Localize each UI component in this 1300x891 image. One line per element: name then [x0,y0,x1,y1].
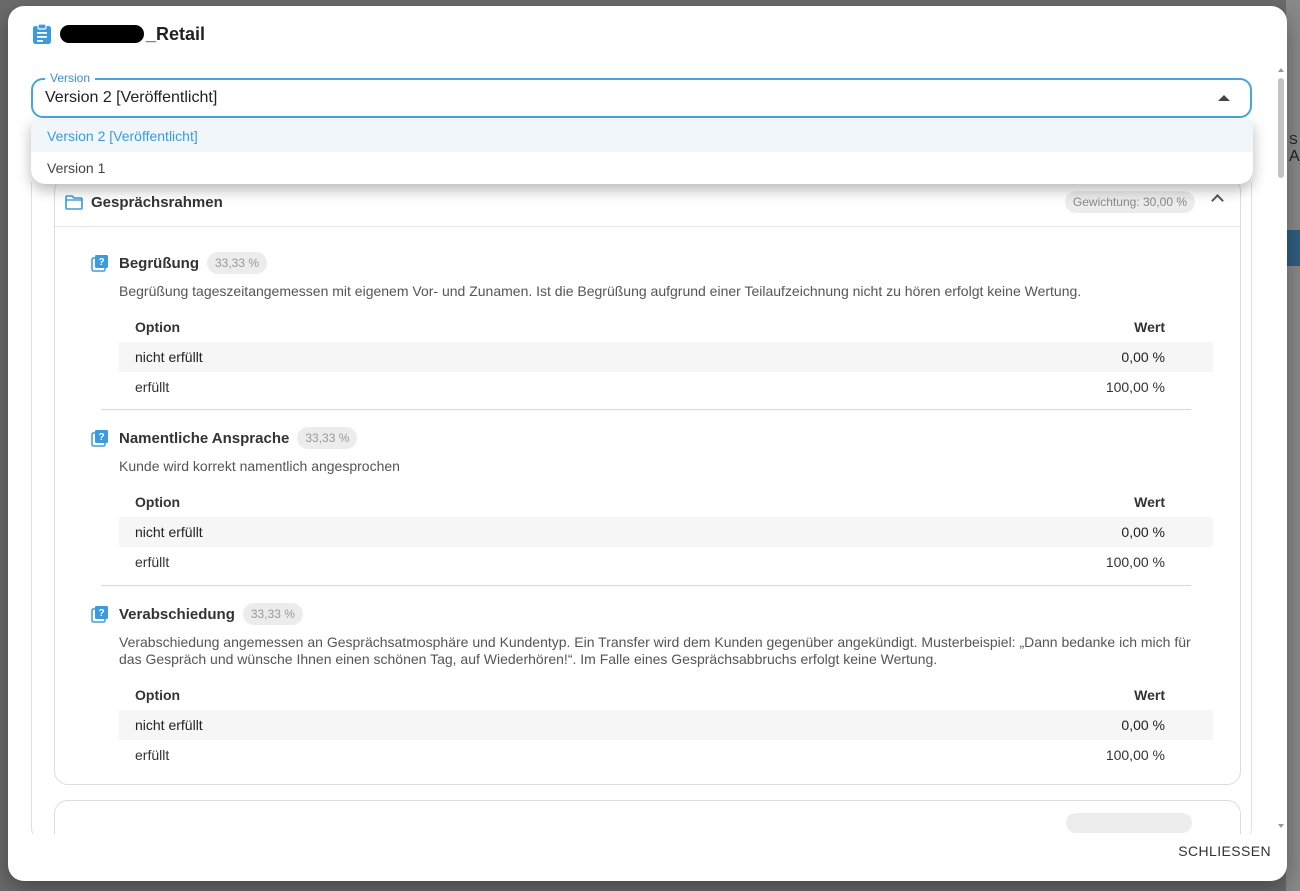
option-cell: nicht erfüllt [135,717,203,733]
table-row: nicht erfüllt 0,00 % [119,517,1213,547]
dialog-title-text: _Retail [146,23,206,44]
weight-chip: Gewichtung: 30,00 % [1064,191,1195,213]
version-select-label: Version [45,71,96,85]
question-title: Namentliche Ansprache [119,429,290,447]
section-card: Gesprächsrahmen Gewichtung: 30,00 % ? Be… [54,182,1241,785]
version-dropdown-menu: Version 2 [Veröffentlicht] Version 1 [31,120,1253,184]
version-dialog: _Retail Version Version 2 [Veröffentlich… [8,6,1287,881]
column-header-option: Option [135,319,181,335]
question-weight-chip: 33,33 % [207,252,268,274]
background-text: A [1289,148,1300,165]
value-cell: 100,00 % [1105,554,1165,570]
question-description: Begrüßung tageszeitangemessen mit eigene… [119,283,1082,299]
weight-chip [1066,813,1192,833]
question-item: ? Begrüßung 33,33 % Begrüßung tageszeita… [91,251,1213,402]
option-cell: nicht erfüllt [135,349,203,365]
question-title: Verabschiedung [119,605,235,623]
version-option[interactable]: Version 1 [31,152,1253,184]
caret-up-icon[interactable] [1218,95,1230,101]
question-icon: ? [91,430,108,447]
close-button[interactable]: SCHLIESSEN [1178,839,1271,863]
options-table: Option Wert nicht erfüllt 0,00 % erfüllt… [119,680,1213,770]
clipboard-icon [33,23,51,44]
column-header-option: Option [135,494,181,510]
version-option[interactable]: Version 2 [Veröffentlicht] [31,120,1253,152]
background-text: S [1289,132,1298,147]
column-header-value: Wert [1134,494,1165,510]
options-table: Option Wert nicht erfüllt 0,00 % erfüllt… [119,487,1213,577]
option-cell: nicht erfüllt [135,524,203,540]
option-cell: erfüllt [135,379,170,395]
value-cell: 0,00 % [1121,717,1165,733]
question-description: Verabschiedung angemessen an Gesprächsat… [119,634,1191,667]
value-cell: 100,00 % [1105,379,1165,395]
question-icon: ? [91,255,108,272]
table-row: erfüllt 100,00 % [119,740,1213,770]
redacted-text [60,25,144,43]
folder-icon [65,195,83,210]
question-description: Kunde wird korrekt namentlich angesproch… [119,458,400,474]
divider [101,409,1191,410]
section-card[interactable] [54,800,1241,834]
version-select-value: Version 2 [Veröffentlicht] [45,89,218,106]
question-weight-chip: 33,33 % [297,427,358,449]
question-weight-chip: 33,33 % [242,603,303,625]
column-header-option: Option [135,687,181,703]
question-title: Begrüßung [119,254,199,272]
table-row: erfüllt 100,00 % [119,372,1213,402]
svg-text:?: ? [98,257,104,268]
question-icon: ? [91,606,108,623]
table-row: erfüllt 100,00 % [119,547,1213,577]
option-cell: erfüllt [135,554,170,570]
value-cell: 0,00 % [1121,349,1165,365]
question-item: ? Verabschiedung 33,33 % Verabschiedung … [91,602,1213,770]
version-select[interactable]: Version Version 2 [Veröffentlicht] [31,71,1252,118]
background-page-edge: S A [1286,0,1300,891]
question-item: ? Namentliche Ansprache 33,33 % Kunde wi… [91,426,1213,577]
dialog-title: _Retail [60,24,205,45]
column-header-value: Wert [1134,319,1165,335]
scrollbar-thumb[interactable] [1278,78,1284,178]
value-cell: 0,00 % [1121,524,1165,540]
table-header-row: Option Wert [119,487,1213,517]
option-cell: erfüllt [135,747,170,763]
column-header-value: Wert [1134,687,1165,703]
scrollbar[interactable] [1277,68,1285,828]
scroll-down-icon[interactable] [1278,824,1284,828]
scroll-up-icon[interactable] [1278,68,1284,72]
table-row: nicht erfüllt 0,00 % [119,342,1213,372]
background-button [1286,230,1300,266]
dialog-header: _Retail [32,22,205,46]
table-header-row: Option Wert [119,312,1213,342]
section-title: Gesprächsrahmen [91,193,223,211]
table-row: nicht erfüllt 0,00 % [119,710,1213,740]
options-table: Option Wert nicht erfüllt 0,00 % erfüllt… [119,312,1213,402]
section-header[interactable]: Gesprächsrahmen Gewichtung: 30,00 % [55,182,1240,227]
version-card: Gesprächsrahmen Gewichtung: 30,00 % ? Be… [31,182,1252,834]
svg-text:?: ? [98,608,104,619]
chevron-up-icon[interactable] [1211,194,1224,207]
divider [101,585,1191,586]
value-cell: 100,00 % [1105,747,1165,763]
scroll-content[interactable]: Gesprächsrahmen Gewichtung: 30,00 % ? Be… [31,182,1252,834]
table-header-row: Option Wert [119,680,1213,710]
svg-text:?: ? [98,432,104,443]
